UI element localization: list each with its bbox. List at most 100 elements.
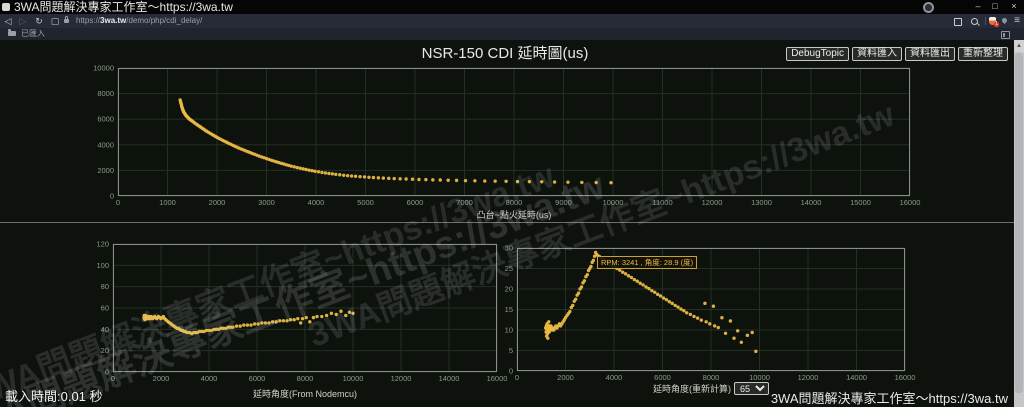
svg-text:12000: 12000 [798, 373, 819, 382]
extension-pin-icon[interactable] [1001, 17, 1008, 24]
reload-icon[interactable]: ↻ [33, 14, 45, 28]
toolbar-separator [985, 17, 986, 25]
data-export-button[interactable]: 資料匯出 [905, 47, 955, 61]
window-minimize-button[interactable]: – [972, 0, 984, 13]
svg-text:10: 10 [505, 326, 513, 335]
svg-text:16000: 16000 [895, 373, 916, 382]
left-chart-xlabel: 延時角度(From Nodemcu) [113, 387, 497, 400]
svg-text:14000: 14000 [801, 198, 822, 207]
svg-text:12000: 12000 [702, 198, 723, 207]
svg-text:4000: 4000 [201, 374, 218, 383]
scrollbar-thumb[interactable] [1015, 53, 1023, 393]
adblock-shield-icon[interactable]: 1 [989, 17, 996, 25]
right-chart-xlabel: 延時角度(重新計算) [653, 382, 731, 395]
svg-text:8000: 8000 [506, 198, 523, 207]
back-icon[interactable]: ◁ [2, 14, 14, 28]
profile-avatar-icon[interactable] [923, 2, 934, 13]
browser-menu-icon[interactable]: ≡ [1014, 14, 1020, 28]
svg-text:100: 100 [96, 261, 109, 270]
browser-toolbar: ◁ ▷ ↻ ▢ https://3wa.tw/demo/php/cdi_dela… [0, 14, 1024, 28]
svg-text:0: 0 [116, 198, 120, 207]
svg-text:0: 0 [515, 373, 519, 382]
svg-text:8000: 8000 [97, 89, 114, 98]
svg-text:14000: 14000 [439, 374, 460, 383]
svg-text:16000: 16000 [487, 374, 508, 383]
zoom-search-icon[interactable] [971, 18, 978, 25]
svg-text:4000: 4000 [308, 198, 325, 207]
svg-text:0: 0 [105, 368, 109, 377]
svg-text:5: 5 [509, 346, 513, 355]
svg-text:1000: 1000 [159, 198, 176, 207]
shield-badge: 1 [994, 22, 999, 27]
page-scrollbar[interactable]: ▲ [1014, 40, 1024, 407]
svg-text:120: 120 [96, 240, 109, 249]
forward-icon[interactable]: ▷ [17, 14, 29, 28]
svg-text:0: 0 [509, 367, 513, 376]
refresh-button[interactable]: 重新整理 [958, 47, 1008, 61]
svg-text:11000: 11000 [652, 198, 672, 207]
svg-text:80: 80 [101, 282, 109, 291]
svg-text:4000: 4000 [97, 140, 114, 149]
svg-text:7000: 7000 [456, 198, 473, 207]
svg-text:14000: 14000 [846, 373, 867, 382]
data-import-button[interactable]: 資料匯入 [852, 47, 902, 61]
svg-text:6000: 6000 [654, 373, 671, 382]
svg-text:10000: 10000 [749, 373, 770, 382]
angle-from-nodemcu-chart[interactable]: 0200040006000800010000120001400016000020… [113, 244, 497, 372]
svg-text:60: 60 [101, 304, 109, 313]
svg-text:9000: 9000 [555, 198, 572, 207]
svg-text:12000: 12000 [391, 374, 412, 383]
window-maximize-button[interactable]: □ [989, 0, 1001, 13]
url-bar[interactable]: https://3wa.tw/demo/php/cdi_delay/ [76, 14, 202, 28]
svg-text:16000: 16000 [900, 198, 921, 207]
url-domain: 3wa.tw [100, 16, 126, 25]
svg-text:4000: 4000 [606, 373, 623, 382]
svg-text:8000: 8000 [297, 374, 314, 383]
app-favicon-icon [2, 3, 10, 11]
scrollbar-up-icon[interactable]: ▲ [1014, 40, 1024, 52]
svg-text:6000: 6000 [97, 115, 114, 124]
svg-text:8000: 8000 [703, 373, 720, 382]
tab-search-icon[interactable] [954, 18, 962, 26]
svg-text:30: 30 [505, 244, 513, 253]
debug-topic-button[interactable]: DebugTopic [786, 47, 849, 61]
bookmark-item[interactable]: 已匯入 [21, 28, 45, 40]
svg-text:2000: 2000 [557, 373, 574, 382]
svg-text:0: 0 [111, 374, 115, 383]
window-title: 3WA問題解決專家工作室～https://3wa.tw [14, 0, 233, 14]
svg-text:0: 0 [110, 192, 114, 201]
chart-tooltip: RPM: 3241 , 角度: 28.9 (度) [597, 256, 697, 269]
svg-text:5000: 5000 [357, 198, 374, 207]
bookmark-folder-icon[interactable] [8, 31, 16, 36]
svg-text:10000: 10000 [603, 198, 624, 207]
action-button-row: DebugTopic 資料匯入 資料匯出 重新整理 [786, 47, 1008, 61]
main-chart-xlabel: 凸台~點火延時(us) [118, 208, 910, 221]
svg-text:20: 20 [505, 285, 513, 294]
svg-text:40: 40 [101, 325, 109, 334]
svg-text:2000: 2000 [209, 198, 226, 207]
url-path: /demo/php/cdi_delay/ [126, 16, 202, 25]
load-time-text: 載入時間:0.01 秒 [5, 386, 103, 405]
svg-text:2000: 2000 [153, 374, 170, 383]
svg-text:25: 25 [505, 264, 513, 273]
svg-text:13000: 13000 [751, 198, 772, 207]
save-page-icon[interactable]: ▢ [49, 14, 61, 28]
window-close-button[interactable]: × [1008, 0, 1020, 13]
bookmarks-bar: 已匯入 [0, 28, 1024, 40]
angle-offset-select[interactable]: 65 [734, 382, 769, 395]
svg-text:6000: 6000 [407, 198, 424, 207]
url-scheme: https:// [76, 16, 100, 25]
window-titlebar: 3WA問題解決專家工作室～https://3wa.tw – □ × [0, 0, 1024, 14]
page-content: 3WA問題解決專家工作室~https://3wa.tw 3WA問題解決專家工作室… [0, 40, 1024, 407]
svg-text:3000: 3000 [258, 198, 275, 207]
svg-text:10000: 10000 [343, 374, 364, 383]
svg-text:2000: 2000 [97, 166, 114, 175]
ssl-lock-icon[interactable] [64, 19, 69, 23]
footer-site-text: 3WA問題解決專家工作室～https://3wa.tw [771, 388, 1008, 407]
svg-text:20: 20 [101, 346, 109, 355]
side-panel-icon[interactable] [1001, 31, 1010, 39]
svg-text:10000: 10000 [93, 64, 114, 73]
section-divider [0, 222, 1014, 223]
main-delay-chart[interactable]: 0100020003000400050006000700080009000100… [118, 68, 910, 196]
angle-recalculated-chart[interactable]: 0200040006000800010000120001400016000051… [517, 248, 905, 371]
